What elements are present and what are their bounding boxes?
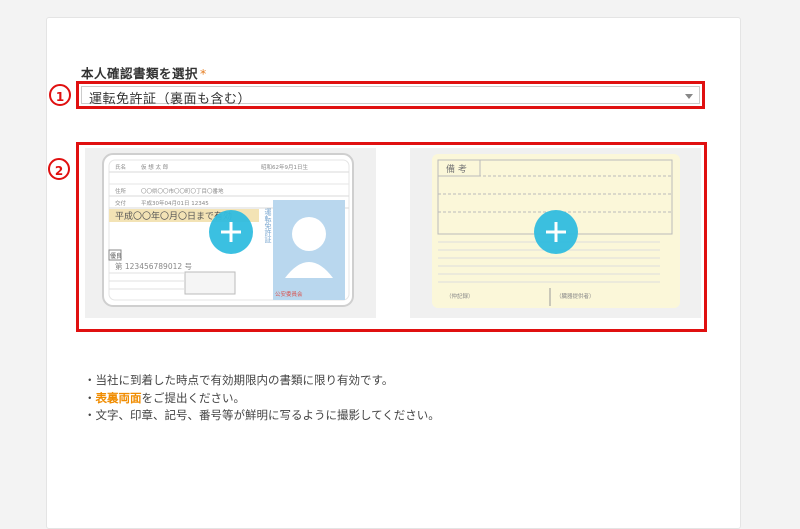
birth-value: 昭和62年9月1日生 [261,163,308,171]
number-value: 第 123456789012 号 [115,261,192,271]
required-mark: * [200,66,207,81]
add-front-image-button[interactable] [209,210,253,254]
add-back-image-button[interactable] [534,210,578,254]
document-type-label-text: 本人確認書類を選択 [81,66,199,81]
note-both-sides: ・表裏両面をご提出ください。 [84,390,245,405]
back-footer-left: （仲記録） [446,292,474,300]
both-sides-highlight: 表裏両面 [95,390,142,405]
side-text: 運転免許証 [264,207,272,244]
public-safety-text: 公安委員会 [275,290,303,298]
address-value: 〇〇県〇〇市〇〇町〇丁目〇番地 [141,187,224,195]
marker-one: 1 [49,84,71,106]
chevron-down-icon[interactable] [685,94,693,99]
upload-front-tile[interactable]: 氏名 仮 想 太 郎 昭和62年9月1日生 住所 〇〇県〇〇市〇〇町〇丁目〇番地… [85,148,376,318]
document-type-select-highlight: 運転免許証（裏面も含む） [76,81,705,109]
address-label: 住所 [115,187,127,195]
license-type: 優良 [110,252,122,260]
note-validity: ・当社に到着した時点で有効期限内の書類に限り有効です。 [84,373,394,387]
document-type-label: 本人確認書類を選択 * [81,63,207,82]
issue-label: 交付 [115,199,127,207]
notes: ・当社に到着した時点で有効期限内の書類に限り有効です。 ・表裏両面をご提出くださ… [84,372,440,425]
name-value: 仮 想 太 郎 [141,163,169,171]
issue-value: 平成30年04月01日 12345 [141,199,209,207]
upload-back-tile[interactable]: 備 考 （仲記録） （臓器提供者） [410,148,701,318]
marker-two: 2 [48,158,70,180]
note-clarity: ・文字、印章、記号、番号等が鮮明に写るように撮影してください。 [84,408,440,422]
back-footer-right: （臓器提供者） [556,292,595,300]
document-type-select-value: 運転免許証（裏面も含む） [89,92,252,107]
back-title: 備 考 [446,163,467,175]
name-label: 氏名 [115,163,126,171]
document-type-select[interactable]: 運転免許証（裏面も含む） [81,86,700,107]
